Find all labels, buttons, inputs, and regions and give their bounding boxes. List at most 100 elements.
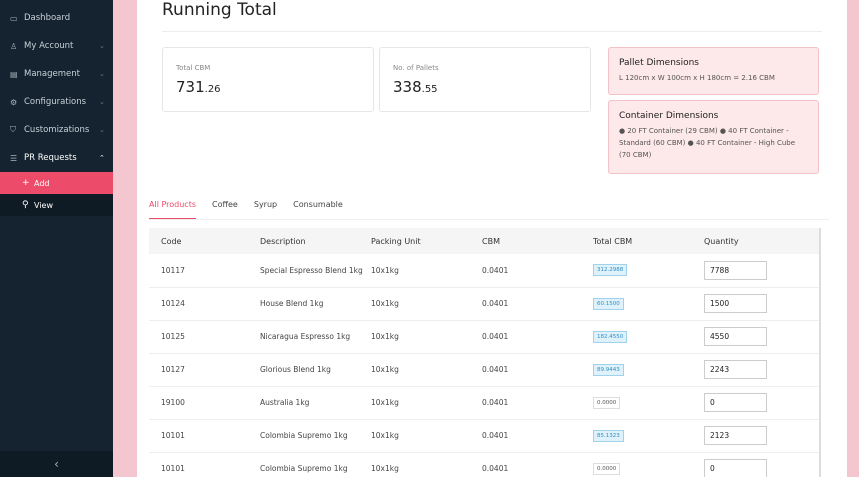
description-cell: Australia 1kg	[260, 386, 371, 420]
pallet-dimensions-text: L 120cm x W 100cm x H 180cm = 2.16 CBM	[619, 74, 775, 82]
description-cell: Glorious Blend 1kg	[260, 353, 371, 387]
total-cbm-cell: 85.1323	[593, 419, 704, 453]
sidebar-item-customizations[interactable]: ⛉ Customizations ⌄	[0, 116, 113, 144]
sidebar-item-management[interactable]: ▤ Management ⌄	[0, 60, 113, 88]
total-cbm-cell: 312.2988	[593, 254, 704, 288]
code-cell: 19100	[149, 386, 260, 420]
quantity-input[interactable]	[704, 393, 767, 412]
dashboard-icon: ▭	[10, 13, 18, 23]
quantity-input[interactable]	[704, 294, 767, 313]
sidebar-item-pr-requests[interactable]: ☰ PR Requests ⌃	[0, 144, 113, 172]
cart-icon: ⛉	[10, 125, 16, 134]
column-header-code: Code	[149, 228, 260, 254]
description-cell: Colombia Supremo 1kg	[260, 452, 371, 477]
table-row: 10117 Special Espresso Blend 1kg 10x1kg 0.0…	[149, 254, 819, 288]
description-cell: Nicaragua Espresso 1kg	[260, 320, 371, 354]
total-cbm-badge: 60.1500	[593, 297, 624, 310]
description-text: Special Espresso Blend 1kg	[260, 265, 363, 275]
total-cbm-card: Total CBM 731.26	[162, 47, 374, 112]
list-icon: ☰	[10, 153, 18, 163]
column-header-cbm: CBM	[482, 228, 593, 254]
chevron-down-icon: ⌄	[99, 70, 105, 78]
code-cell: 10101	[149, 452, 260, 477]
quantity-cell	[704, 287, 819, 321]
code-cell: 10101	[149, 419, 260, 453]
code-cell: 10125	[149, 320, 260, 354]
table-row: 10125 Nicaragua Espresso 1kg 10x1kg 0.0401 1…	[149, 320, 819, 354]
tab-coffee[interactable]: Coffee	[212, 200, 238, 219]
code-cell: 10127	[149, 353, 260, 387]
products-table-wrapper[interactable]: Code Description Packing Unit CBM Total CBM Q…	[149, 228, 821, 477]
quantity-cell	[704, 419, 819, 453]
user-icon: ♙	[10, 41, 18, 51]
code-cell: 10124	[149, 287, 260, 321]
quantity-cell	[704, 353, 819, 387]
quantity-input[interactable]	[704, 327, 767, 346]
main-panel: Running Total Total CBM 731.26 No. of Pa…	[137, 0, 847, 477]
tab-syrup[interactable]: Syrup	[254, 200, 277, 219]
cbm-cell: 0.0401	[482, 353, 593, 387]
total-cbm-cell: 0.0000	[593, 452, 704, 477]
total-cbm-value: 731.26	[176, 78, 221, 96]
sidebar-collapse-button[interactable]: ‹	[0, 451, 113, 477]
container-dimensions-heading: Container Dimensions	[619, 111, 719, 121]
packing-unit-cell: 10x1kg	[371, 353, 482, 387]
sidebar-item-configurations[interactable]: ⚙ Configurations ⌄	[0, 88, 113, 116]
plus-icon: +	[22, 178, 30, 188]
sidebar-item-dashboard[interactable]: ▭ Dashboard	[0, 4, 113, 32]
quantity-input[interactable]	[704, 260, 767, 280]
description-text: Glorious Blend 1kg	[260, 365, 331, 374]
pallets-value: 338.55	[393, 78, 438, 96]
pallets-caption: No. of Pallets	[393, 64, 439, 72]
pallet-dimensions-heading: Pallet Dimensions	[619, 58, 699, 68]
packing-unit-cell: 10x1kg	[371, 320, 482, 354]
sidebar-item-label: Management	[24, 69, 80, 79]
cbm-cell: 0.0401	[482, 452, 593, 477]
sidebar-subitem-label: Add	[34, 178, 50, 188]
product-tabs: All Products Coffee Syrup Consumable	[149, 200, 829, 220]
search-icon: ⚲	[22, 200, 29, 210]
pallet-dimensions-box: Pallet Dimensions L 120cm x W 100cm x H …	[608, 47, 819, 95]
sidebar-item-my-account[interactable]: ♙ My Account ⌄	[0, 32, 113, 60]
column-header-quantity: Quantity	[704, 228, 819, 254]
total-cbm-badge: 312.2988	[593, 264, 628, 277]
total-cbm-cell: 60.1500	[593, 287, 704, 321]
total-cbm-badge: 85.1323	[593, 429, 624, 442]
column-header-packing-unit: Packing Unit	[371, 228, 482, 254]
cbm-cell: 0.0401	[482, 386, 593, 420]
tab-all-products[interactable]: All Products	[149, 200, 197, 219]
sidebar-item-label: Dashboard	[24, 13, 71, 23]
description-text: Australia 1kg	[260, 398, 310, 407]
table-row: 19100 Australia 1kg 10x1kg 0.0401 0.0000	[149, 386, 819, 420]
sidebar-item-label: PR Requests	[24, 153, 77, 163]
chevron-left-icon: ‹	[54, 457, 59, 471]
chevron-down-icon: ⌄	[99, 98, 105, 106]
table-row: 10101 Colombia Supremo 1kg 10x1kg 0.0401 0.0…	[149, 452, 819, 477]
total-cbm-cell: 182.4550	[593, 320, 704, 354]
cbm-cell: 0.0401	[482, 287, 593, 321]
quantity-input[interactable]	[704, 459, 767, 477]
container-dimensions-box: Container Dimensions ● 20 FT Container (…	[608, 100, 819, 174]
packing-unit-cell: 10x1kg	[371, 254, 482, 288]
total-cbm-badge: 0.0000	[593, 396, 621, 409]
table-body: 10117 Special Espresso Blend 1kg 10x1kg 0.0…	[149, 254, 819, 477]
table-row: 10101 Colombia Supremo 1kg 10x1kg 0.0401 85.…	[149, 419, 819, 453]
chevron-down-icon: ⌄	[99, 126, 105, 134]
description-cell: Colombia Supremo 1kg	[260, 419, 371, 453]
packing-unit-cell: 10x1kg	[371, 452, 482, 477]
quantity-cell	[704, 320, 819, 354]
sidebar-subitem-view[interactable]: ⚲ View	[0, 194, 113, 216]
quantity-input[interactable]	[704, 360, 767, 379]
tab-consumable[interactable]: Consumable	[293, 200, 343, 219]
table-header-row: Code Description Packing Unit CBM Total CBM Q…	[149, 228, 819, 254]
products-table: Code Description Packing Unit CBM Total CBM Q…	[149, 228, 819, 477]
sidebar-item-label: Customizations	[24, 125, 90, 135]
column-header-description: Description	[260, 228, 371, 254]
total-cbm-caption: Total CBM	[176, 64, 211, 72]
container-dimensions-text: ● 20 FT Container (29 CBM) ● 40 FT Conta…	[619, 127, 796, 159]
quantity-input[interactable]	[704, 426, 767, 445]
total-cbm-cell: 89.9443	[593, 353, 704, 387]
description-text: Nicaragua Espresso 1kg	[260, 332, 351, 341]
sidebar-subitem-add[interactable]: + Add	[0, 172, 113, 194]
gear-icon: ⚙	[10, 97, 18, 107]
